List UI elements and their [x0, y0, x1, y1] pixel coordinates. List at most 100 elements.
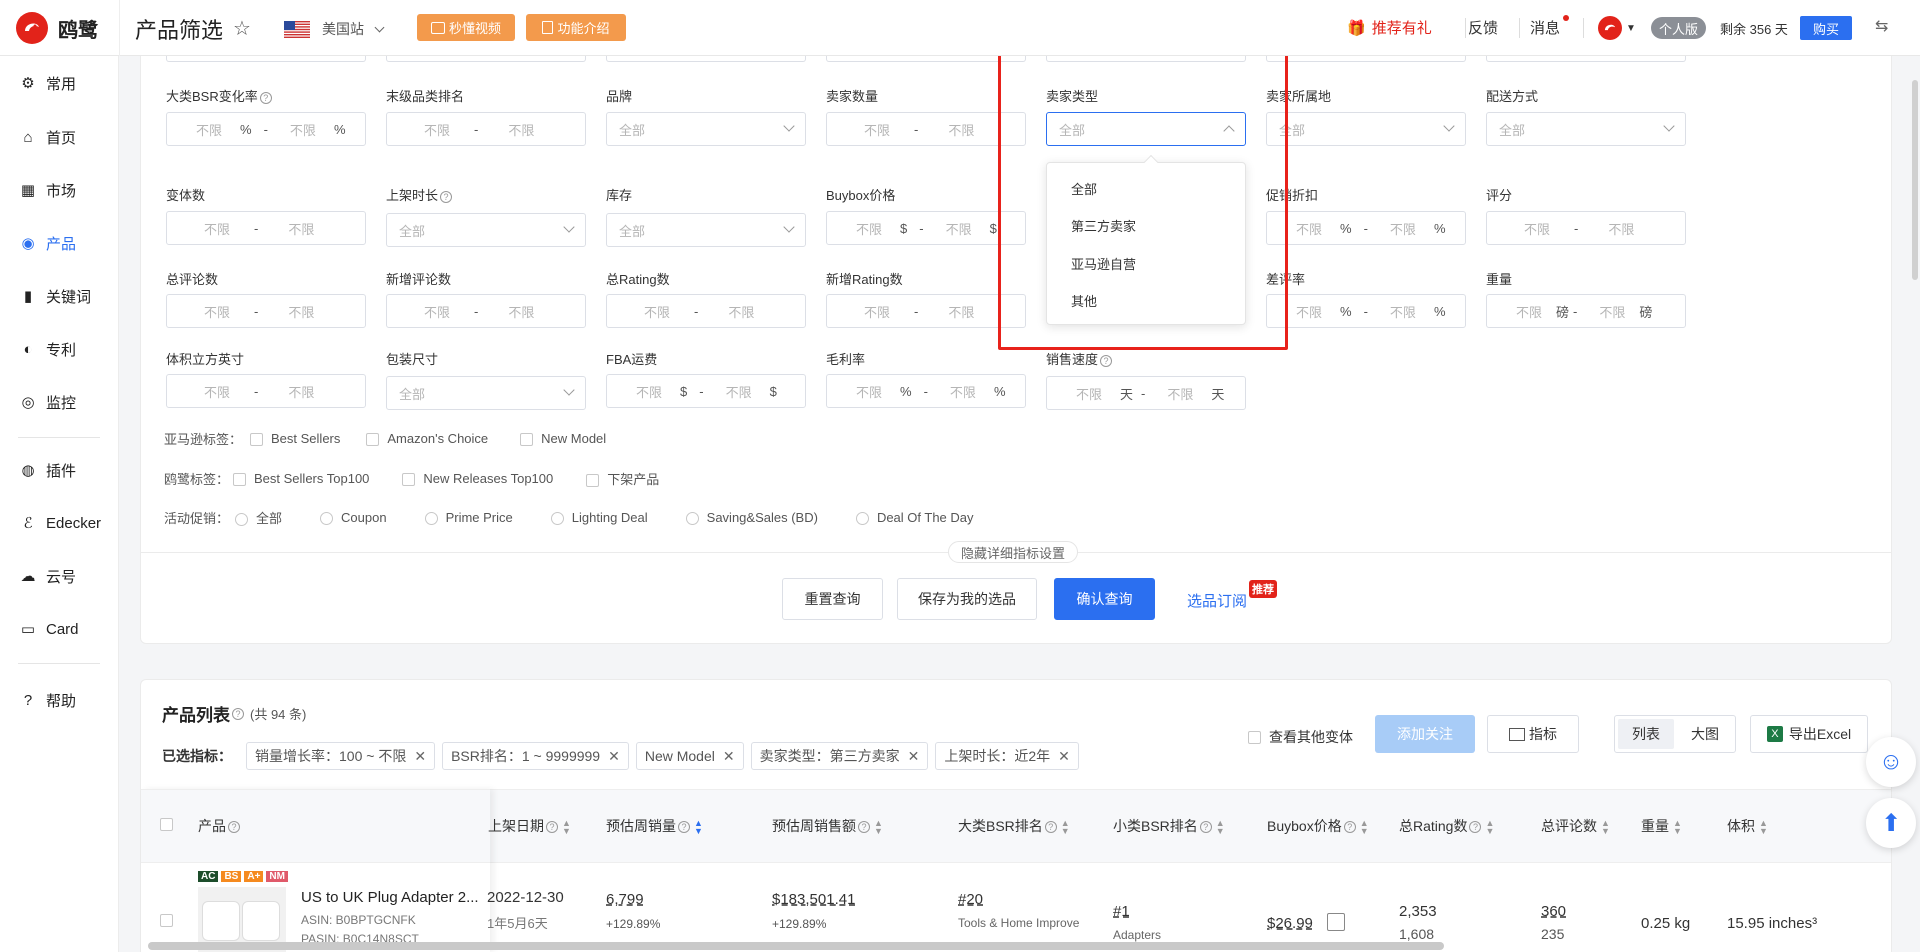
col-total-ratings[interactable]: 总Rating数? ▲ ▼ [1399, 816, 1494, 836]
chip-new-model[interactable]: New Model ✕ [635, 742, 744, 770]
seller-count-range[interactable]: 不限 - 不限 [826, 112, 1026, 146]
label-total-ratings: 总Rating数 [606, 272, 670, 287]
tag-best-sellers[interactable]: Best Sellers [250, 431, 340, 447]
sidebar-item-keyword[interactable]: ▮ 关键词 [18, 282, 91, 310]
total-reviews[interactable]: 360 [1541, 903, 1566, 920]
intro-button[interactable]: 功能介绍 [526, 14, 626, 41]
tag-delisted[interactable]: 下架产品 [586, 469, 659, 488]
col-total-reviews[interactable]: 总评论数 ▲ ▼ [1541, 816, 1610, 836]
package-size-select[interactable]: 全部 [386, 376, 586, 410]
sidebar-item-cloud[interactable]: ☁ 云号 [18, 562, 77, 590]
promo-prime-price[interactable]: Prime Price [424, 510, 513, 526]
col-bsr-main[interactable]: 大类BSR排名? ▲ ▼ [958, 816, 1070, 836]
video-button[interactable]: 秒懂视频 [417, 14, 515, 41]
tag-new-releases-top100[interactable]: New Releases Top100 [402, 471, 553, 487]
save-selection-button[interactable]: 保存为我的选品 [897, 578, 1037, 620]
other-variants-toggle[interactable]: 查看其他变体 [1248, 727, 1353, 747]
switch-icon[interactable]: ⇆ [1875, 16, 1888, 36]
tag-amazons-choice[interactable]: Amazon's Choice [366, 431, 488, 447]
bsr-change-range[interactable]: 不限 % - 不限 % [166, 112, 366, 146]
app-logo[interactable]: 鸥鹭 [16, 12, 98, 44]
messages-link[interactable]: 消息 [1530, 17, 1560, 38]
promo-discount-range[interactable]: 不限 % - 不限 % [1266, 211, 1466, 245]
weekly-sales[interactable]: 6,799 [606, 891, 644, 908]
chip-bsr-rank[interactable]: BSR排名：1 ~ 9999999 ✕ [442, 742, 629, 770]
product-title[interactable]: US to UK Plug Adapter 2... [301, 889, 479, 906]
buybox-price-range[interactable]: 不限 $ - 不限 $ [826, 211, 1026, 245]
brand-select[interactable]: 全部 [606, 112, 806, 146]
add-follow-button[interactable]: 添加关注 [1375, 715, 1475, 753]
buy-button[interactable]: 购买 [1800, 16, 1852, 40]
gross-margin-range[interactable]: 不限 % - 不限 % [826, 374, 1026, 408]
promo-coupon[interactable]: Coupon [320, 510, 387, 526]
chip-seller-type[interactable]: 卖家类型：第三方卖家 ✕ [750, 742, 929, 770]
support-icon[interactable]: ☺ [1866, 737, 1916, 787]
sidebar-item-card[interactable]: ▭ Card [18, 615, 79, 643]
user-menu[interactable]: ▼ [1598, 16, 1636, 40]
total-reviews-range[interactable]: 不限 - 不限 [166, 294, 366, 328]
sidebar-item-plugin[interactable]: ◍ 插件 [18, 456, 76, 484]
variants-range[interactable]: 不限 - 不限 [166, 211, 366, 245]
sidebar-item-common[interactable]: ⚙ 常用 [18, 69, 76, 97]
sidebar-item-market[interactable]: ▦ 市场 [18, 176, 76, 204]
bsr-sub-rank[interactable]: #1 [1113, 903, 1130, 920]
vertical-scrollbar[interactable] [1912, 80, 1918, 280]
delivery-select[interactable]: 全部 [1486, 112, 1686, 146]
subscribe-link[interactable]: 选品订阅 [1187, 590, 1247, 611]
promo-all[interactable]: 全部 [235, 508, 282, 527]
sidebar-item-monitor[interactable]: ◎ 监控 [18, 388, 76, 416]
volume-range[interactable]: 不限 - 不限 [166, 374, 366, 408]
bad-rate-range[interactable]: 不限 % - 不限 % [1266, 294, 1466, 328]
col-bsr-sub[interactable]: 小类BSR排名? ▲ ▼ [1113, 816, 1225, 836]
referral-link[interactable]: 🎁 推荐有礼 [1347, 17, 1432, 38]
sidebar-item-product[interactable]: ◉ 产品 [18, 229, 76, 257]
col-weekly-sales[interactable]: 预估周销量? ▲ ▼ [606, 816, 703, 836]
feedback-link[interactable]: 反馈 [1468, 17, 1498, 38]
buybox-price[interactable]: $26.99 [1267, 915, 1313, 932]
listing-age-select[interactable]: 全部 [386, 213, 586, 247]
hide-detail-toggle[interactable]: 隐藏详细指标设置 [948, 541, 1079, 563]
sidebar-item-patent[interactable]: ◐ 专利 [18, 335, 76, 363]
col-volume[interactable]: 体积 ▲ ▼ [1727, 816, 1768, 836]
sidebar-item-edecker[interactable]: ℰ Edecker [18, 509, 101, 537]
tag-new-model[interactable]: New Model [520, 431, 606, 447]
listing-age: 1年5月6天 [487, 916, 548, 931]
select-all-checkbox[interactable] [160, 818, 173, 831]
col-weekly-revenue[interactable]: 预估周销售额? ▲ ▼ [772, 816, 883, 836]
col-buybox[interactable]: Buybox价格? ▲ ▼ [1267, 816, 1369, 836]
stock-select[interactable]: 全部 [606, 213, 806, 247]
promo-lighting-deal[interactable]: Lighting Deal [550, 510, 648, 526]
promo-saving-sales[interactable]: Saving&Sales (BD) [685, 510, 818, 526]
view-large-button[interactable]: 大图 [1677, 719, 1733, 749]
weekly-revenue[interactable]: $183,501.41 [772, 891, 855, 908]
promo-deal-of-day[interactable]: Deal Of The Day [855, 510, 974, 526]
star-icon[interactable]: ☆ [233, 16, 251, 41]
calculator-icon[interactable] [1327, 913, 1345, 931]
export-excel-button[interactable]: X 导出Excel [1750, 715, 1868, 753]
row-checkbox[interactable] [160, 914, 173, 927]
confirm-button[interactable]: 确认查询 [1054, 578, 1155, 620]
tag-best-sellers-top100[interactable]: Best Sellers Top100 [233, 471, 369, 487]
col-weight[interactable]: 重量 ▲ ▼ [1641, 816, 1682, 836]
site-selector[interactable]: 美国站 [284, 19, 385, 39]
rating-range[interactable]: 不限 - 不限 [1486, 211, 1686, 245]
new-reviews-range[interactable]: 不限 - 不限 [386, 294, 586, 328]
chip-listing-age[interactable]: 上架时长：近2年 ✕ [935, 742, 1079, 770]
chip-sales-growth[interactable]: 销量增长率：100 ~ 不限 ✕ [246, 742, 436, 770]
new-ratings-range[interactable]: 不限 - 不限 [826, 294, 1026, 328]
sidebar-item-help[interactable]: ? 帮助 [18, 686, 76, 714]
sales-speed-range[interactable]: 不限 天 - 不限 天 [1046, 376, 1246, 410]
horizontal-scrollbar[interactable] [148, 942, 1444, 950]
weight-range[interactable]: 不限 磅 - 不限 磅 [1486, 294, 1686, 328]
sidebar-item-home[interactable]: ⌂ 首页 [18, 123, 76, 151]
fba-fee-range[interactable]: 不限 $ - 不限 $ [606, 374, 806, 408]
back-to-top-icon[interactable]: ⬆ [1866, 798, 1916, 848]
bsr-main-rank[interactable]: #20 [958, 891, 983, 908]
metrics-button[interactable]: 指标 [1487, 715, 1579, 753]
col-list-date[interactable]: 上架日期? ▲ ▼ [488, 816, 571, 836]
seller-location-select[interactable]: 全部 [1266, 112, 1466, 146]
total-ratings-range[interactable]: 不限 - 不限 [606, 294, 806, 328]
view-list-button[interactable]: 列表 [1618, 719, 1674, 749]
leaf-rank-range[interactable]: 不限 - 不限 [386, 112, 586, 146]
reset-button[interactable]: 重置查询 [782, 578, 883, 620]
